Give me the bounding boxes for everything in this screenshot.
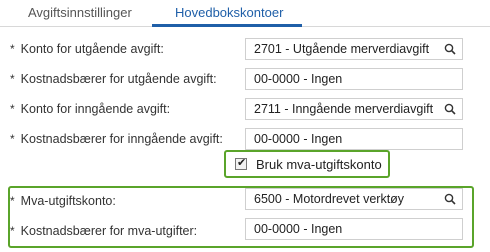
label-mva-utgiftskonto: * Mva-utgiftskonto:	[10, 194, 116, 208]
required-marker: *	[10, 102, 15, 116]
required-marker: *	[10, 42, 15, 56]
bruk-mva-utgiftskonto-checkbox-group[interactable]: ✔ Bruk mva-utgiftskonto	[224, 150, 390, 178]
label-kostnadsbaerer-mva-utgifter: * Kostnadsbærer for mva-utgifter:	[10, 224, 197, 238]
tab-bar: Avgiftsinnstillinger Hovedbokskontoer	[0, 0, 490, 27]
search-icon[interactable]	[444, 193, 456, 205]
field-value: 2701 - Utgående merverdiavgift	[254, 42, 430, 56]
kostnadsbaerer-mva-utgifter-field[interactable]: 00-0000 - Ingen	[245, 218, 463, 240]
label-kostnadsbaerer-utgaende: * Kostnadsbærer for utgående avgift:	[10, 72, 217, 86]
label-konto-inngaende: * Konto for inngående avgift:	[10, 102, 170, 116]
label-text: Mva-utgiftskonto:	[20, 194, 116, 208]
field-value: 6500 - Motordrevet verktøy	[254, 192, 405, 206]
tab-hovedbokskontoer[interactable]: Hovedbokskontoer	[175, 5, 283, 25]
konto-inngaende-field[interactable]: 2711 - Inngående merverdiavgift	[245, 98, 463, 120]
required-marker: *	[10, 194, 15, 208]
bruk-mva-utgiftskonto-checkbox[interactable]: ✔	[235, 157, 247, 170]
kostnadsbaerer-utgaende-field[interactable]: 00-0000 - Ingen	[245, 68, 463, 90]
label-text: Konto for utgående avgift:	[20, 42, 164, 56]
checkbox-label: Bruk mva-utgiftskonto	[256, 157, 382, 172]
label-text: Konto for inngående avgift:	[20, 102, 171, 116]
label-kostnadsbaerer-inngaende: * Kostnadsbærer for inngående avgift:	[10, 132, 223, 146]
field-value: 00-0000 - Ingen	[254, 72, 343, 86]
label-text: Kostnadsbærer for utgående avgift:	[20, 72, 217, 86]
konto-utgaende-field[interactable]: 2701 - Utgående merverdiavgift	[245, 38, 463, 60]
search-icon[interactable]	[444, 43, 456, 55]
check-icon: ✔	[237, 157, 247, 169]
kostnadsbaerer-inngaende-field[interactable]: 00-0000 - Ingen	[245, 128, 463, 150]
search-icon[interactable]	[444, 103, 456, 115]
required-marker: *	[10, 72, 15, 86]
field-value: 00-0000 - Ingen	[254, 222, 343, 236]
tab-avgiftsinnstillinger[interactable]: Avgiftsinnstillinger	[28, 5, 132, 25]
field-value: 00-0000 - Ingen	[254, 132, 343, 146]
label-konto-utgaende: * Konto for utgående avgift:	[10, 42, 164, 56]
label-text: Kostnadsbærer for mva-utgifter:	[20, 224, 198, 238]
required-marker: *	[10, 224, 15, 238]
active-tab-indicator	[152, 24, 302, 27]
field-value: 2711 - Inngående merverdiavgift	[254, 102, 434, 116]
mva-utgiftskonto-field[interactable]: 6500 - Motordrevet verktøy	[245, 188, 463, 210]
label-text: Kostnadsbærer for inngående avgift:	[20, 132, 223, 146]
required-marker: *	[10, 132, 15, 146]
